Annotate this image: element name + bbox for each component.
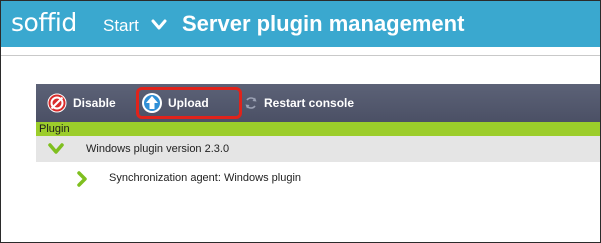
upload-icon — [142, 93, 162, 113]
restart-console-label: Restart console — [264, 96, 355, 110]
disable-icon — [47, 93, 67, 113]
disable-button[interactable]: Disable — [46, 84, 116, 122]
plugin-panel: Disable Upload Restart console Plugin Wi… — [36, 84, 600, 242]
disable-label: Disable — [73, 96, 116, 110]
upload-button[interactable]: Upload — [141, 84, 209, 122]
toolbar: Disable Upload Restart console — [36, 84, 600, 122]
top-header-bar: soffid Start Server plugin management — [1, 1, 600, 47]
page-title: Server plugin management — [182, 11, 465, 36]
tree-row-label: Windows plugin version 2.3.0 — [86, 143, 230, 155]
column-header-label: Plugin — [39, 123, 70, 135]
start-menu-button[interactable]: Start — [103, 16, 139, 36]
tree-row-agent[interactable]: Synchronization agent: Windows plugin — [36, 162, 600, 194]
divider — [1, 55, 600, 56]
chevron-right-icon[interactable] — [76, 171, 88, 187]
chevron-down-icon[interactable] — [151, 19, 167, 31]
upload-label: Upload — [168, 96, 209, 110]
soffid-logo[interactable]: soffid — [11, 8, 77, 37]
restart-icon — [245, 97, 257, 109]
restart-console-button[interactable]: Restart console — [244, 84, 354, 122]
column-header-plugin[interactable]: Plugin — [36, 122, 600, 136]
tree-row-plugin[interactable]: Windows plugin version 2.3.0 — [36, 136, 600, 162]
window: soffid Start Server plugin management Di… — [0, 0, 601, 243]
tree-row-label: Synchronization agent: Windows plugin — [109, 172, 302, 184]
chevron-down-icon[interactable] — [48, 142, 64, 156]
